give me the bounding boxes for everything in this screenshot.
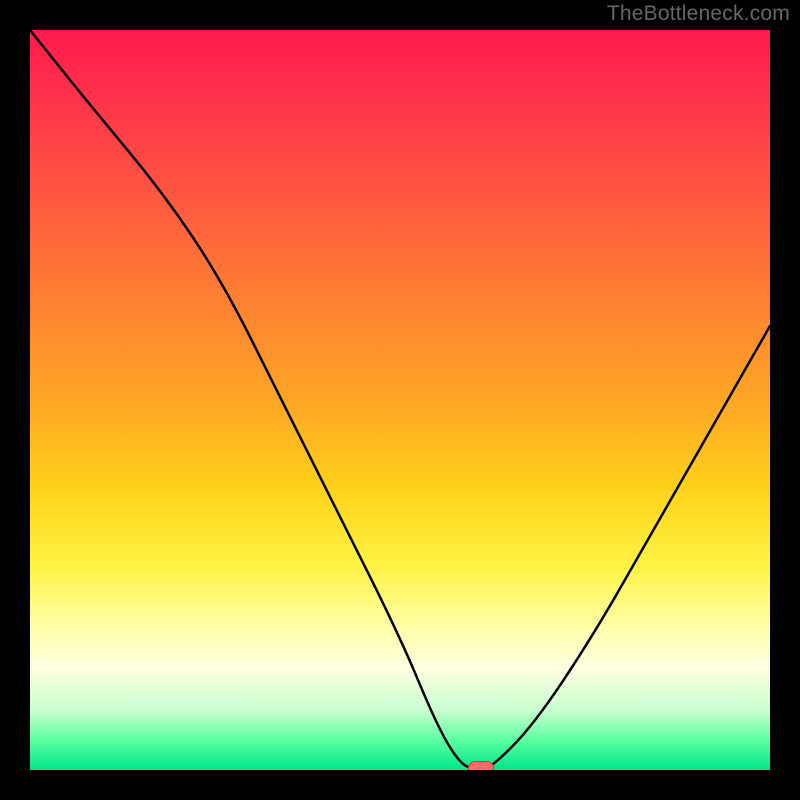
- optimal-point-marker: [468, 761, 494, 770]
- curve-layer: [30, 30, 770, 770]
- bottleneck-curve: [30, 30, 770, 770]
- watermark-text: TheBottleneck.com: [607, 2, 790, 26]
- chart-frame: TheBottleneck.com: [0, 0, 800, 800]
- plot-area: [30, 30, 770, 770]
